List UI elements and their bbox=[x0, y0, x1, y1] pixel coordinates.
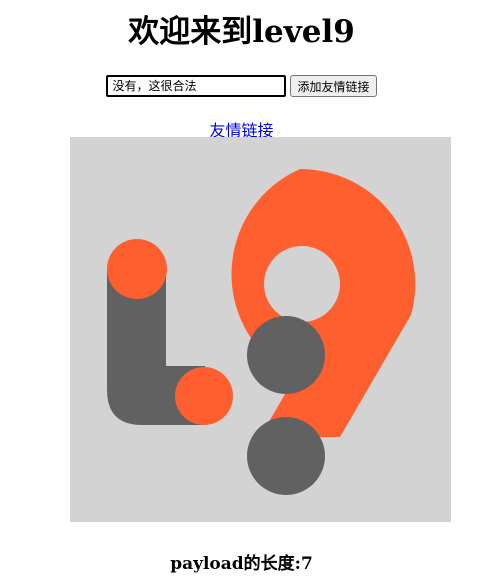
page-title: 欢迎来到level9 bbox=[128, 14, 355, 50]
keyword-input[interactable] bbox=[106, 75, 287, 97]
payload-length-label: payload的长度: bbox=[170, 554, 301, 574]
payload-length-value: 7 bbox=[300, 554, 313, 574]
add-link-form bbox=[0, 75, 483, 97]
logo-nine-bottom-circle bbox=[247, 417, 325, 495]
add-link-button[interactable] bbox=[290, 75, 377, 97]
logo-l-top-circle bbox=[107, 239, 167, 299]
payload-length-text: payload的长度:7 bbox=[0, 549, 483, 574]
level9-logo-icon bbox=[70, 137, 451, 522]
level9-logo-image bbox=[70, 137, 451, 522]
logo-nine-hole bbox=[264, 246, 340, 322]
logo-l-foot-circle bbox=[175, 367, 233, 425]
logo-nine-middle-circle bbox=[247, 316, 325, 394]
